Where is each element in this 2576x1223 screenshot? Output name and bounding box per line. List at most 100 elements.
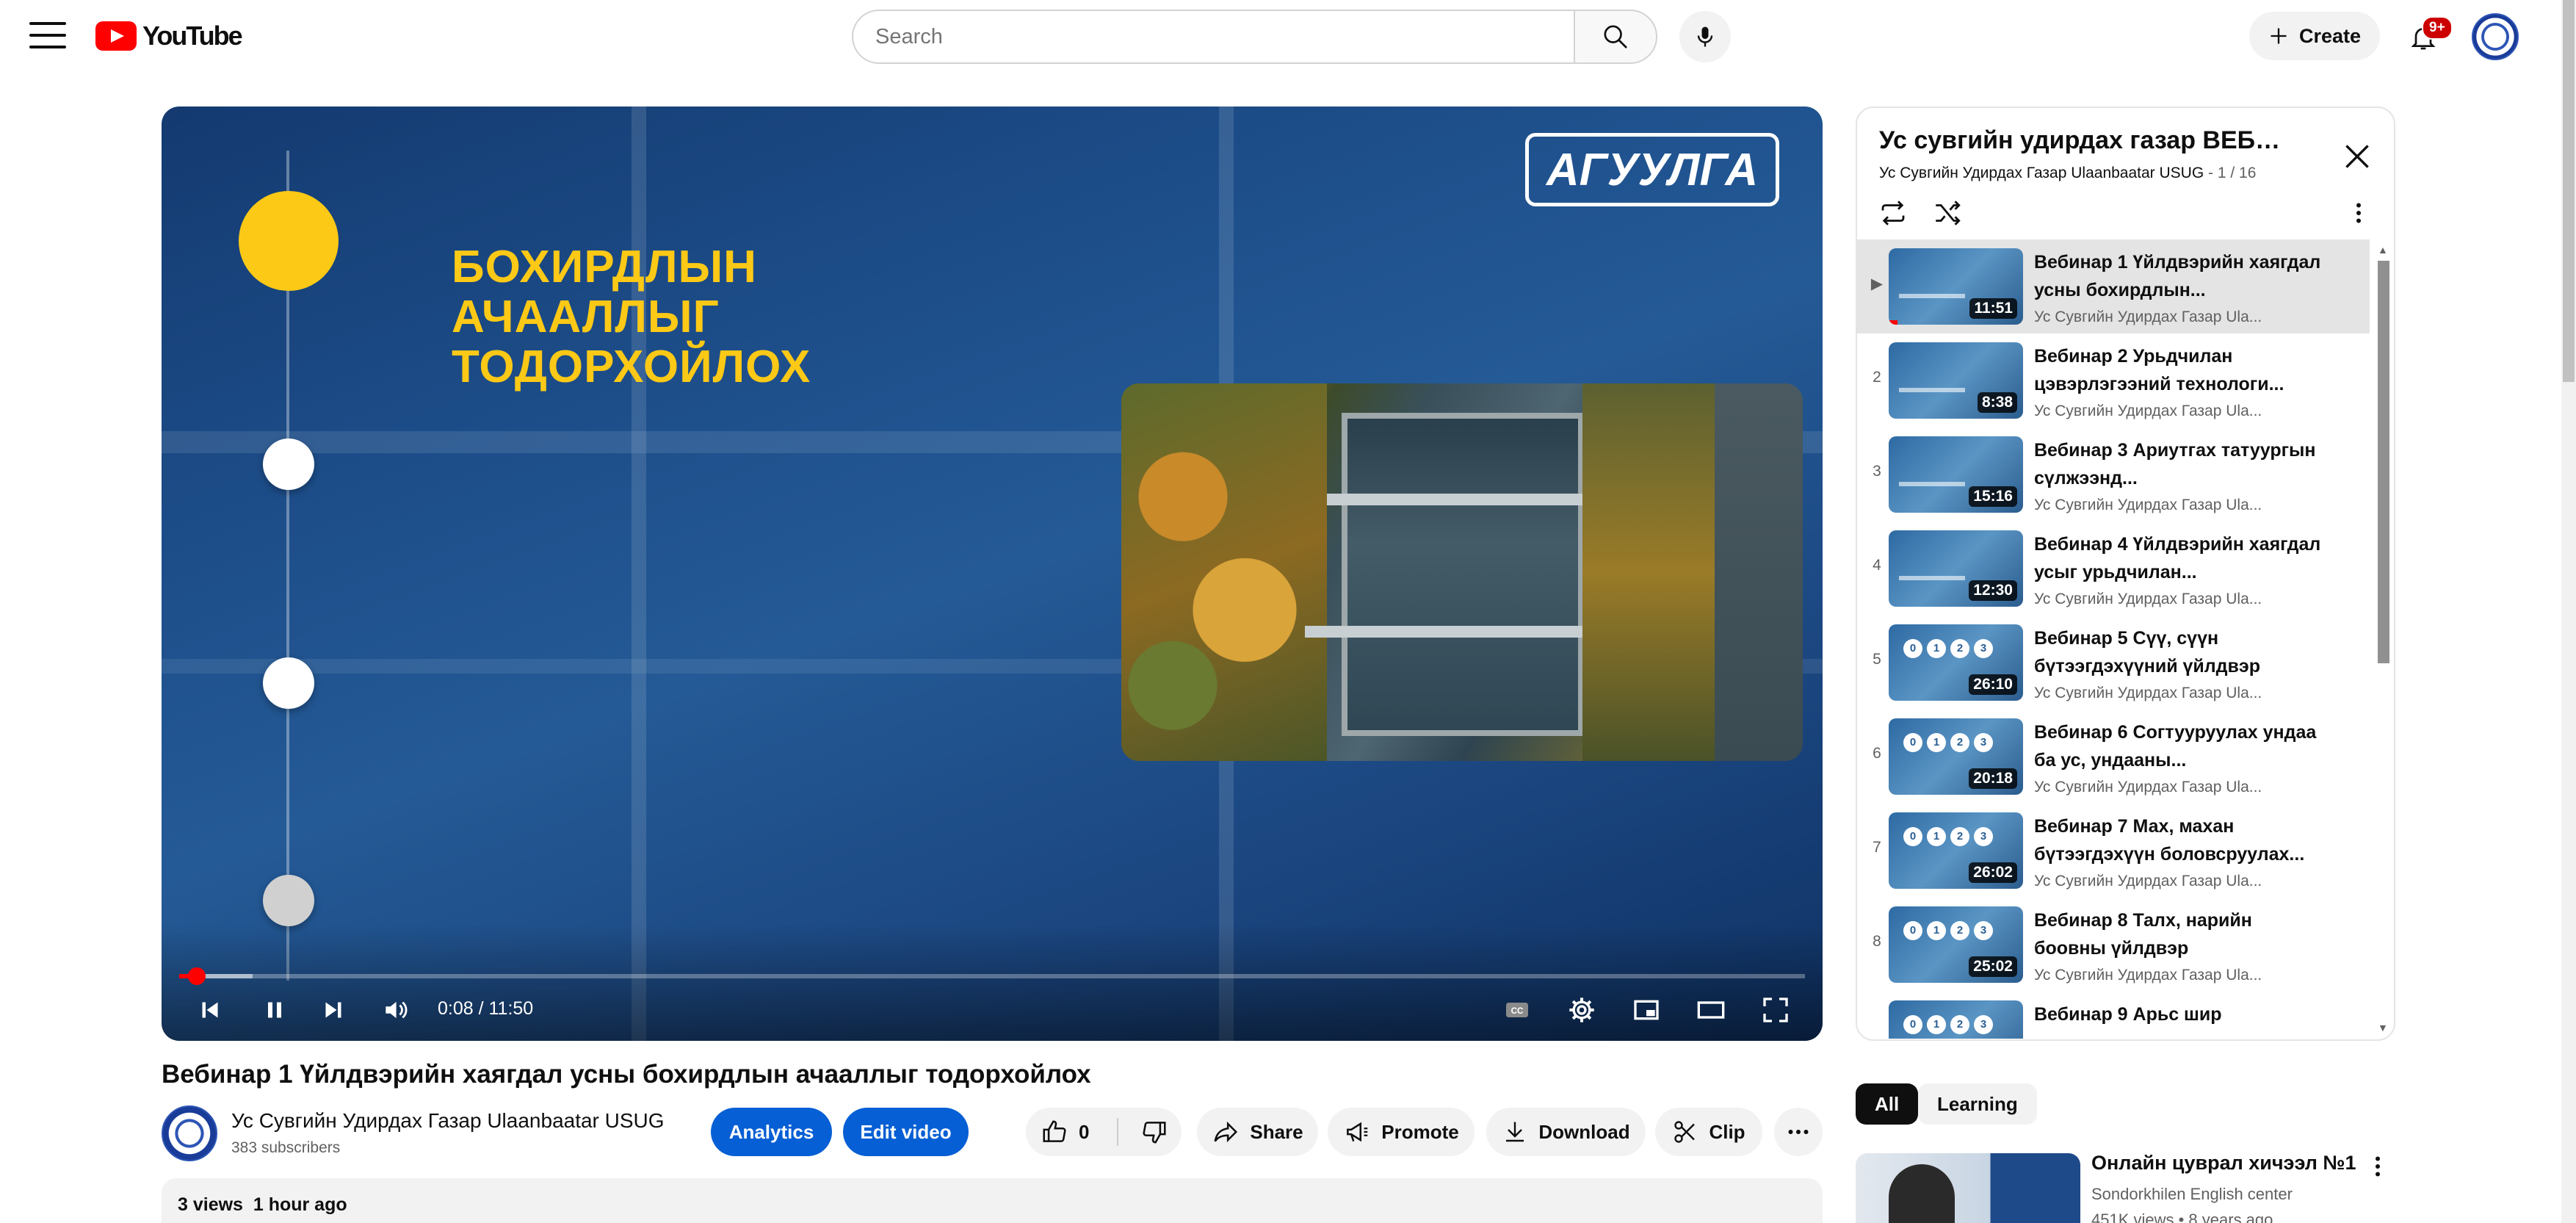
download-button[interactable]: Download [1486, 1108, 1646, 1156]
loop-button[interactable] [1875, 195, 1911, 231]
playlist-item-channel: Ус Сувгийн Удирдах Газар Ula... [2034, 967, 2262, 984]
playlist-item-channel: Ус Сувгийн Удирдах Газар Ula... [2034, 497, 2262, 513]
video-title: Вебинар 1 Үйлдвэрийн хаягдал усны бохирд… [162, 1060, 1091, 1089]
playlist-item-channel: Ус Сувгийн Удирдах Газар Ula... [2034, 685, 2262, 701]
playlist-item-thumbnail: 0 1 2 3 26:10 [1889, 624, 2023, 701]
recommendation-title[interactable]: Онлайн цуврал хичээл №1 [2091, 1152, 2356, 1175]
playlist-item-duration: 8:38 [1977, 392, 2017, 413]
pause-button[interactable] [257, 992, 292, 1028]
playlist-item-index: 5 [1873, 651, 1881, 668]
playlist-channel[interactable]: Ус Сувгийн Удирдах Газар Ulaanbaatar USU… [1879, 165, 2204, 181]
thumbnail-steps: 0123 [1903, 921, 1993, 940]
slide-title-line: АЧААЛЛЫГ [452, 292, 720, 342]
analytics-button[interactable]: Analytics [711, 1108, 832, 1156]
promote-button[interactable]: Promote [1328, 1108, 1475, 1156]
recommendation-channel[interactable]: Sondorkhilen English center [2091, 1185, 2293, 1204]
recommendation-menu-button[interactable] [2365, 1153, 2394, 1183]
video-player[interactable]: БОХИРДЛЫН АЧААЛЛЫГ ТОДОРХОЙЛОХ АГУУЛГА 0… [162, 107, 1823, 1041]
edit-video-button[interactable]: Edit video [843, 1108, 969, 1156]
playlist-item-thumbnail: 0 1 2 3 26:02 [1889, 812, 2023, 889]
chip-learning[interactable]: Learning [1918, 1083, 2037, 1125]
playlist-item-index: 2 [1873, 369, 1881, 386]
playlist-item-thumbnail: 15:16 [1889, 436, 2023, 513]
previous-button[interactable] [192, 992, 228, 1028]
description-box[interactable]: 3 views 1 hour ago [162, 1178, 1823, 1223]
megaphone-icon [1347, 1122, 1368, 1142]
account-avatar[interactable] [2472, 13, 2519, 60]
scroll-up-arrow[interactable]: ▲ [2378, 244, 2388, 256]
mute-button[interactable] [377, 992, 413, 1028]
playlist-item-title: Вебинар 9 Арьс шир [2034, 1004, 2222, 1025]
playlist-item[interactable]: 8 0 1 2 3 25:02 Вебинар 8 Талх, нарийн боовны … [1856, 898, 2370, 992]
progress-bar[interactable] [179, 974, 1805, 978]
playlist-item[interactable]: 2 8:38 Вебинар 2 Урьдчилан цэвэрлэгээний т… [1856, 333, 2370, 427]
menu-icon[interactable] [29, 22, 66, 48]
settings-button[interactable] [1564, 992, 1599, 1028]
search-button[interactable] [1574, 10, 1657, 64]
youtube-logo[interactable]: YouTube [95, 21, 243, 51]
recommendation-thumbnail[interactable] [1856, 1153, 2080, 1223]
progress-scrubber[interactable] [188, 967, 206, 985]
playlist-item-thumbnail: 0 1 2 3 20:18 [1889, 718, 2023, 795]
download-label: Download [1538, 1120, 1630, 1143]
fullscreen-icon [1763, 997, 1788, 1022]
clip-button[interactable]: Clip [1655, 1108, 1762, 1156]
playlist-item-channel: Ус Сувгийн Удирдах Газар Ula... [2034, 779, 2262, 796]
close-playlist-button[interactable] [2339, 138, 2376, 175]
plus-icon [2271, 28, 2287, 44]
playlist-item-title: Вебинар 1 Үйлдвэрийн хаягдал усны бохирд… [2034, 252, 2321, 300]
watched-progress [1889, 320, 1897, 325]
next-button[interactable] [316, 992, 351, 1028]
more-vertical-icon [2356, 203, 2361, 223]
playlist-item[interactable]: ▶ 11:51 Вебинар 1 Үйлдвэрийн хаягдал усны … [1856, 239, 2370, 333]
shuffle-button[interactable] [1930, 195, 1965, 231]
playlist-item-title: Вебинар 6 Согтууруулах ундаа ба ус, унда… [2034, 722, 2317, 771]
captions-button[interactable]: CC [1499, 992, 1535, 1028]
scroll-down-arrow[interactable]: ▼ [2378, 1022, 2388, 1033]
playlist-item[interactable]: 6 0 1 2 3 20:18 Вебинар 6 Согтууруулах ундаа б… [1856, 710, 2370, 804]
playlist-items: ▶ 11:51 Вебинар 1 Үйлдвэрийн хаягдал усны … [1856, 239, 2395, 1039]
like-button[interactable]: 0 [1041, 1118, 1089, 1146]
theater-icon [1697, 1001, 1725, 1019]
playlist-item-duration: 26:10 [1969, 674, 2017, 695]
playlist-item-duration: 11:51 [1969, 298, 2017, 319]
more-actions-button[interactable] [1774, 1108, 1823, 1156]
playlist-item[interactable]: 4 12:30 Вебинар 4 Үйлдвэрийн хаягдал усыг … [1856, 522, 2370, 616]
share-button[interactable]: Share [1197, 1108, 1318, 1156]
playlist-menu-button[interactable] [2341, 195, 2376, 231]
playlist-scroll-thumb[interactable] [2378, 261, 2389, 663]
miniplayer-button[interactable] [1629, 992, 1664, 1028]
thumbs-down-icon [1143, 1122, 1166, 1144]
playlist-item[interactable]: 3 15:16 Вебинар 3 Ариутгах татуургын сүлжэ… [1856, 427, 2370, 522]
channel-avatar[interactable] [162, 1105, 217, 1161]
dislike-button[interactable] [1140, 1118, 1168, 1146]
theater-mode-button[interactable] [1693, 992, 1729, 1028]
more-vertical-icon [2376, 1156, 2380, 1177]
chip-all[interactable]: All [1856, 1083, 1919, 1125]
close-icon [2345, 145, 2369, 168]
shuffle-icon [1936, 201, 1961, 226]
playlist-item-channel: Ус Сувгийн Удирдах Газар Ula... [2034, 403, 2262, 419]
fullscreen-button[interactable] [1758, 992, 1793, 1028]
thumbnail-steps: 0123 [1903, 639, 1993, 658]
playlist-item-channel: Ус Сувгийн Удирдах Газар Ula... [2034, 309, 2262, 325]
playlist-item-title: Вебинар 7 Мах, махан бүтээгдэхүүн боловс… [2034, 816, 2305, 865]
playlist-item[interactable]: 0 1 2 3 Вебинар 9 Арьс шир [1856, 992, 2370, 1039]
playlist-title[interactable]: Ус сувгийн удирдах газар ВЕБИНАР [1879, 126, 2298, 155]
pause-icon [268, 1002, 281, 1018]
voice-search-button[interactable] [1679, 11, 1731, 62]
slide-timeline-dot [263, 657, 314, 709]
create-button[interactable]: Create [2249, 12, 2380, 60]
thumbnail-graphic [1899, 576, 1965, 580]
search-input[interactable] [875, 24, 1574, 49]
playlist-item[interactable]: 5 0 1 2 3 26:10 Вебинар 5 Сүү, сүүн бүтээгдэхү… [1856, 616, 2370, 710]
promote-label: Promote [1381, 1120, 1459, 1143]
channel-name[interactable]: Ус Сувгийн Удирдах Газар Ulaanbaatar USU… [231, 1109, 665, 1133]
playlist-item[interactable]: 7 0 1 2 3 26:02 Вебинар 7 Мах, махан бүтээгдэх… [1856, 804, 2370, 898]
thumbnail-graphic [1899, 482, 1965, 486]
playlist-item-duration: 25:02 [1969, 956, 2017, 977]
window-scroll-thumb[interactable] [2563, 0, 2575, 382]
playlist-item-title: Вебинар 8 Талх, нарийн боовны үйлдвэр [2034, 910, 2252, 959]
playlist-item-index: 6 [1873, 745, 1881, 762]
playlist-item-title: Вебинар 4 Үйлдвэрийн хаягдал усыг урьдчи… [2034, 534, 2321, 582]
